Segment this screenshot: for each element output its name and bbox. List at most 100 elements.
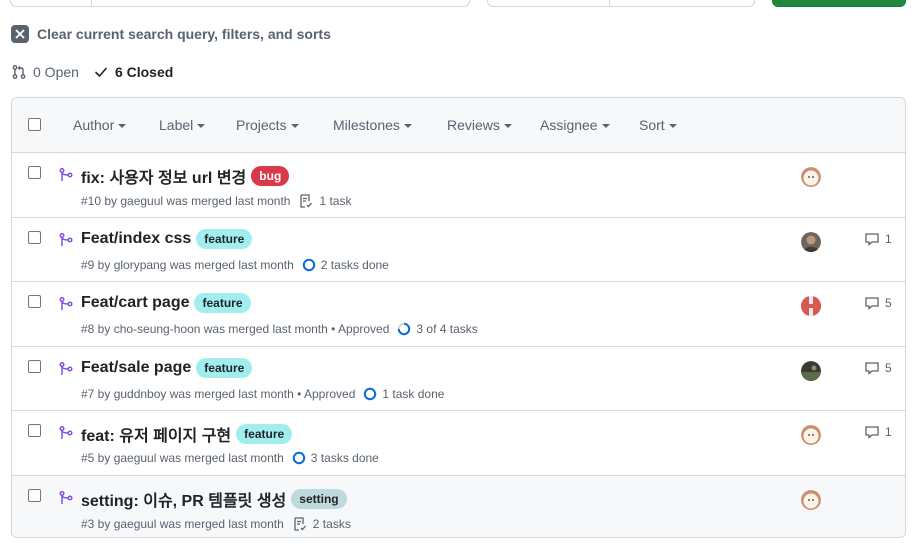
- task-text: 3 tasks done: [310, 451, 379, 465]
- comments-link[interactable]: 5: [864, 295, 892, 311]
- comment-count: 5: [885, 360, 892, 375]
- task-progress[interactable]: 3 of 4 tasks: [397, 322, 478, 336]
- task-text: 3 of 4 tasks: [416, 322, 478, 336]
- projects-filter-label: Projects: [236, 117, 287, 133]
- pull-request-rows: fix: 사용자 정보 url 변경 bug #10 by gaeguul wa…: [12, 153, 905, 537]
- chevron-down-icon: [668, 124, 677, 128]
- clear-filters-link[interactable]: Clear current search query, filters, and…: [11, 25, 331, 43]
- pull-request-title[interactable]: feat: 유저 페이지 구현: [81, 422, 231, 446]
- merged-icon: [59, 490, 73, 504]
- merged-icon: [59, 296, 73, 310]
- avatar[interactable]: [801, 425, 821, 445]
- pull-request-meta: #3 by gaeguul was merged last month: [81, 516, 284, 531]
- chevron-down-icon: [601, 124, 610, 128]
- pull-request-meta: #8 by cho-seung-hoon was merged last mon…: [81, 322, 390, 336]
- feature-label[interactable]: feature: [194, 293, 251, 313]
- pull-request-title[interactable]: Feat/sale page: [81, 359, 191, 377]
- closed-tab[interactable]: 6 Closed: [93, 64, 173, 80]
- task-text: 2 tasks: [312, 516, 351, 531]
- comment-icon: [865, 361, 879, 375]
- task-progress[interactable]: 3 tasks done: [292, 451, 379, 465]
- row-checkbox[interactable]: [28, 230, 41, 244]
- pull-request-row[interactable]: feat: 유저 페이지 구현 feature #5 by gaeguul wa…: [12, 411, 905, 476]
- chevron-down-icon: [118, 124, 127, 128]
- setting-label[interactable]: setting: [291, 488, 347, 509]
- comment-count: 1: [885, 425, 892, 439]
- task-progress[interactable]: 1 task: [298, 193, 351, 209]
- milestones-filter[interactable]: Milestones: [333, 117, 412, 133]
- progress-circle-icon: [302, 258, 315, 271]
- author-filter-label: Author: [73, 117, 115, 133]
- pull-request-row[interactable]: Feat/index css feature #9 by glorypang w…: [12, 217, 905, 282]
- pull-request-title[interactable]: setting: 이슈, PR 템플릿 생성: [81, 487, 286, 511]
- progress-circle-icon: [364, 387, 377, 400]
- label-filter-label: Label: [159, 117, 194, 133]
- pull-request-title[interactable]: fix: 사용자 정보 url 변경: [81, 164, 246, 188]
- comments-link[interactable]: 5: [864, 360, 892, 376]
- feature-label[interactable]: feature: [236, 424, 293, 444]
- open-count: 0 Open: [33, 64, 79, 80]
- select-all-checkbox[interactable]: [28, 118, 41, 131]
- projects-filter[interactable]: Projects: [236, 117, 299, 133]
- avatar[interactable]: [801, 360, 821, 381]
- row-checkbox[interactable]: [28, 424, 41, 437]
- avatar[interactable]: [801, 167, 821, 187]
- checklist-icon: [300, 194, 313, 208]
- pull-request-row[interactable]: Feat/cart page feature #8 by cho-seung-h…: [12, 282, 905, 347]
- reviews-filter[interactable]: Reviews: [447, 117, 512, 133]
- pull-request-meta: #9 by glorypang was merged last month: [81, 257, 294, 272]
- partial-progress-circle-icon: [398, 322, 411, 336]
- pull-request-row[interactable]: Feat/sale page feature #7 by guddnboy wa…: [12, 346, 905, 411]
- pull-request-title[interactable]: Feat/index css: [81, 230, 191, 248]
- label-filter[interactable]: Label: [159, 117, 206, 133]
- pull-request-row[interactable]: setting: 이슈, PR 템플릿 생성 setting #3 by gae…: [12, 475, 905, 537]
- sort-filter[interactable]: Sort: [639, 117, 677, 133]
- open-tab[interactable]: 0 Open: [11, 64, 79, 80]
- comments-link[interactable]: 1: [864, 424, 892, 440]
- comment-count: 1: [885, 231, 892, 246]
- state-tabs: 0 Open 6 Closed: [11, 62, 173, 82]
- feature-label[interactable]: feature: [196, 357, 253, 378]
- clear-filters-label: Clear current search query, filters, and…: [37, 26, 331, 42]
- new-pull-request-button[interactable]: [772, 0, 906, 7]
- pull-request-title[interactable]: Feat/cart page: [81, 294, 189, 312]
- pull-request-row[interactable]: fix: 사용자 정보 url 변경 bug #10 by gaeguul wa…: [12, 153, 905, 218]
- toggle-divider: [609, 0, 610, 6]
- row-checkbox[interactable]: [28, 166, 41, 179]
- pull-request-meta: #7 by guddnboy was merged last month • A…: [81, 386, 356, 401]
- merged-icon: [59, 361, 73, 375]
- closed-count: 6 Closed: [114, 64, 174, 80]
- chevron-down-icon: [290, 124, 299, 128]
- search-input[interactable]: [10, 0, 470, 7]
- avatar[interactable]: [801, 296, 821, 316]
- labels-milestones-toggle[interactable]: [487, 0, 755, 7]
- comment-count: 5: [885, 296, 892, 310]
- avatar[interactable]: [801, 231, 821, 252]
- assignee-filter[interactable]: Assignee: [540, 117, 610, 133]
- task-text: 1 task done: [382, 386, 445, 401]
- assignee-filter-label: Assignee: [540, 117, 598, 133]
- row-checkbox[interactable]: [28, 295, 41, 308]
- avatar[interactable]: [801, 489, 821, 510]
- comments-link[interactable]: 1: [864, 231, 892, 247]
- milestones-filter-label: Milestones: [333, 117, 400, 133]
- bug-label[interactable]: bug: [251, 166, 290, 186]
- comment-icon: [865, 426, 879, 439]
- row-checkbox[interactable]: [28, 359, 41, 373]
- feature-label[interactable]: feature: [196, 228, 253, 249]
- row-checkbox[interactable]: [28, 488, 41, 502]
- task-progress[interactable]: 2 tasks done: [302, 258, 389, 272]
- chevron-down-icon: [503, 124, 512, 128]
- chevron-down-icon: [197, 124, 206, 128]
- author-filter[interactable]: Author: [73, 117, 127, 133]
- chevron-down-icon: [403, 124, 412, 128]
- merged-icon: [59, 232, 73, 246]
- task-progress[interactable]: 2 tasks: [292, 516, 351, 532]
- merged-icon: [59, 167, 73, 181]
- pull-request-list: Author Label Projects Milestones Reviews…: [11, 97, 906, 538]
- progress-circle-icon: [292, 451, 305, 465]
- check-icon: [95, 67, 107, 77]
- comment-icon: [865, 297, 879, 310]
- checklist-icon: [294, 516, 306, 531]
- task-progress[interactable]: 1 task done: [363, 387, 444, 401]
